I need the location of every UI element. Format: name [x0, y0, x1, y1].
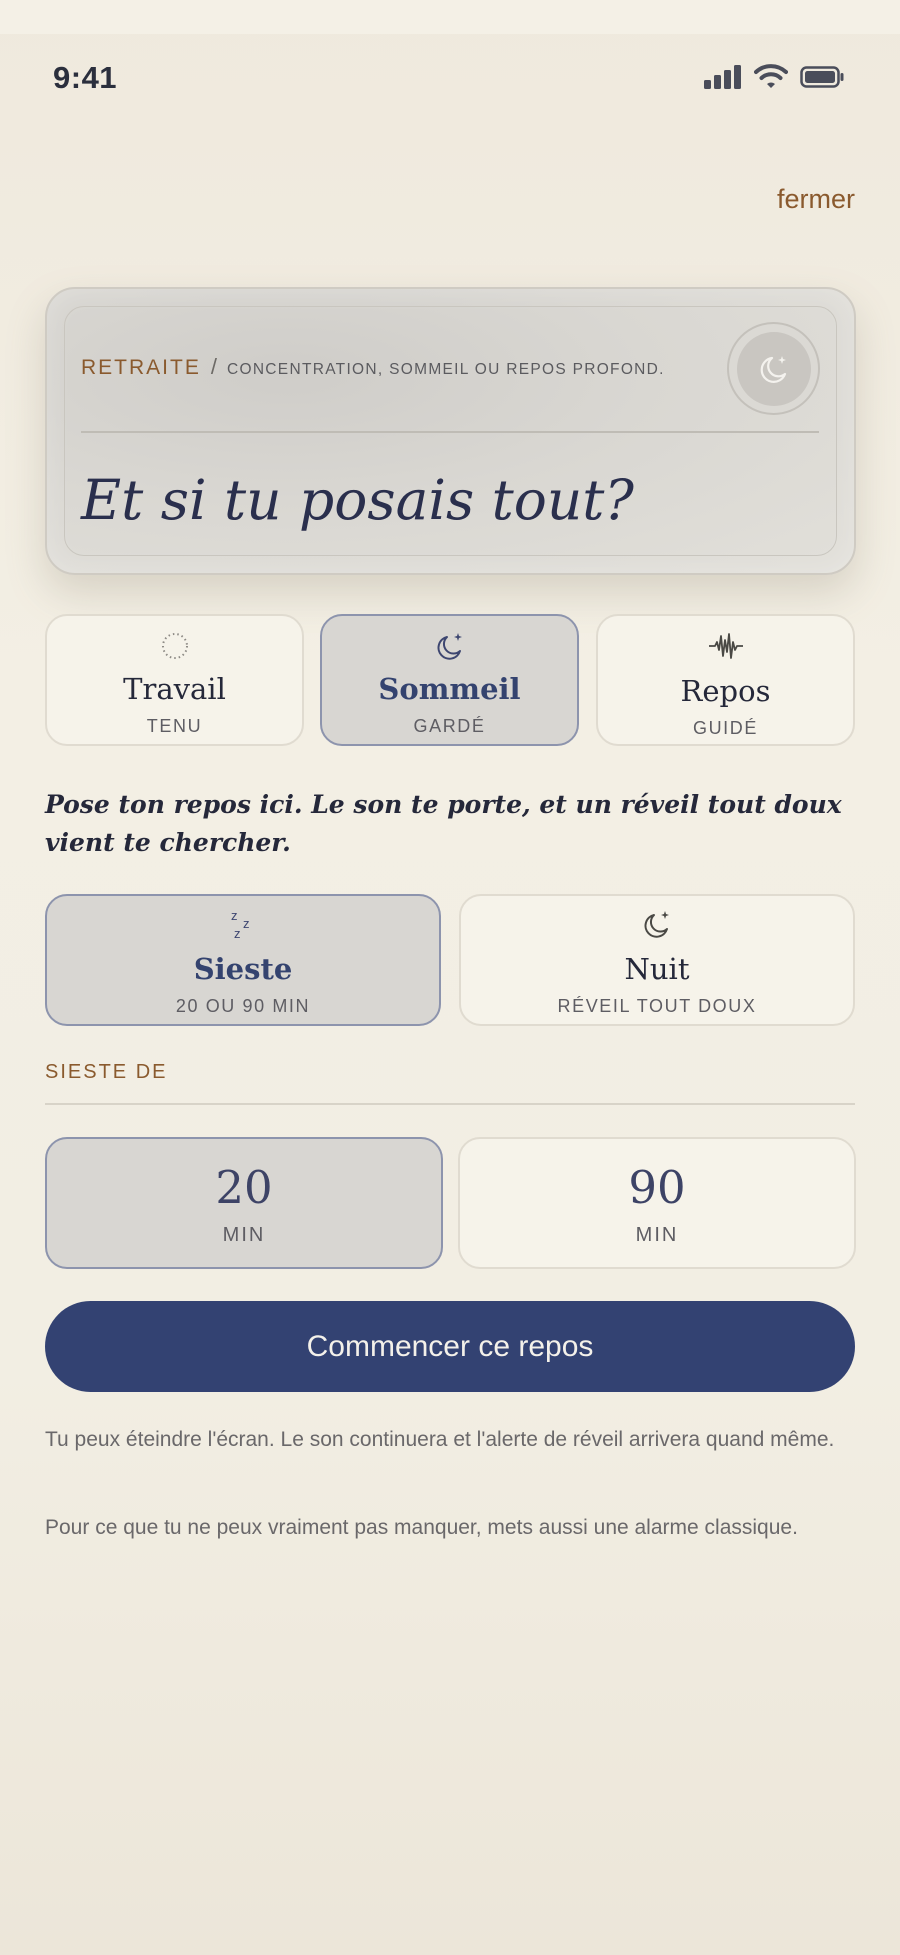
mode-sub: TENU: [146, 716, 203, 736]
mode-label: Travail: [123, 672, 226, 706]
battery-icon: [800, 65, 844, 88]
duration-value: 90: [628, 1161, 686, 1214]
status-bar: 9:41: [0, 34, 900, 110]
hero-moon-button[interactable]: [727, 322, 820, 415]
start-rest-button[interactable]: Commencer ce repos: [45, 1301, 855, 1392]
mode-card-repos[interactable]: Repos GUIDÉ: [596, 614, 855, 746]
svg-text:z: z: [231, 908, 238, 923]
mode-card-sommeil[interactable]: Sommeil GARDÉ: [320, 614, 579, 746]
mode-sub: GUIDÉ: [692, 718, 758, 738]
signal-icon: [704, 64, 741, 89]
icon-wrap: [598, 630, 853, 662]
duration-option-90[interactable]: 90 MIN: [458, 1137, 856, 1269]
moon-stars-icon: [760, 355, 786, 383]
screen-off-note: Tu peux éteindre l'écran. Le son continu…: [45, 1428, 835, 1451]
svg-text:z: z: [234, 926, 241, 941]
close-button[interactable]: fermer: [777, 184, 855, 215]
rest-type-nuit[interactable]: Nuit RÉVEIL TOUT DOUX: [459, 894, 855, 1026]
duration-divider: [45, 1103, 855, 1105]
hero-kicker-separator: /: [210, 354, 217, 379]
duration-section-label: SIESTE DE: [45, 1061, 168, 1083]
hero-title: Et si tu posais tout?: [81, 468, 634, 532]
duration-unit: MIN: [222, 1224, 266, 1246]
duration-value: 20: [215, 1161, 273, 1214]
zzz-icon: z z z: [231, 908, 250, 941]
rest-type-sieste[interactable]: z z z Sieste 20 OU 90 MIN: [45, 894, 441, 1026]
rest-type-sub: RÉVEIL TOUT DOUX: [557, 996, 757, 1016]
rest-description: Pose ton repos ici. Le son te porte, et …: [45, 790, 842, 857]
status-time: 9:41: [53, 60, 118, 95]
icon-wrap: [461, 908, 853, 942]
top-strip: [0, 0, 900, 34]
mode-label: Sommeil: [378, 672, 521, 706]
moon-stars-icon: [437, 633, 462, 660]
mode-card-travail[interactable]: Travail TENU: [45, 614, 304, 746]
mode-sub: GARDÉ: [413, 716, 486, 736]
moon-stars-icon: [644, 911, 669, 938]
dotted-circle-icon: [161, 633, 188, 659]
hero-moon-disc: [736, 331, 811, 406]
rest-type-label: Sieste: [193, 952, 293, 986]
duration-option-20[interactable]: 20 MIN: [45, 1137, 443, 1269]
duration-unit: MIN: [635, 1224, 679, 1246]
icon-wrap: [47, 630, 302, 662]
mode-label: Repos: [680, 674, 771, 708]
hero-divider: [81, 431, 819, 433]
rest-type-label: Nuit: [624, 952, 690, 986]
rest-type-sub: 20 OU 90 MIN: [175, 996, 311, 1016]
hero-kicker: RETRAITE / CONCENTRATION, SOMMEIL OU REP…: [81, 354, 665, 380]
icon-wrap: [322, 630, 577, 664]
icon-wrap: z z z: [47, 908, 439, 942]
hero-kicker-title: RETRAITE: [81, 356, 201, 379]
svg-text:z: z: [243, 916, 250, 931]
wifi-icon: [754, 64, 788, 88]
status-icons: [704, 64, 844, 89]
waveform-icon: [708, 633, 743, 659]
alarm-note: Pour ce que tu ne peux vraiment pas manq…: [45, 1516, 798, 1539]
hero-kicker-subtitle: CONCENTRATION, SOMMEIL OU REPOS PROFOND.: [226, 361, 665, 378]
